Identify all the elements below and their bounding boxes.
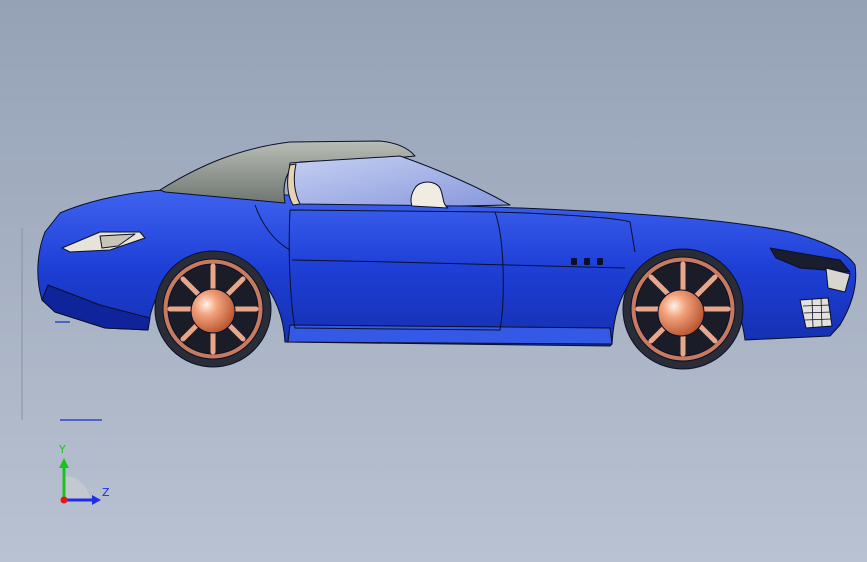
rear-wheel[interactable] xyxy=(154,250,272,368)
coordinate-triad xyxy=(59,458,101,505)
x-axis-dot xyxy=(60,496,68,504)
triad-arc xyxy=(64,475,90,500)
z-axis-arrowhead xyxy=(92,495,101,505)
rear-hub xyxy=(190,288,236,334)
side-vents xyxy=(571,258,603,265)
model-canvas[interactable] xyxy=(0,0,867,562)
side-sill xyxy=(287,324,613,345)
triad-z-label: Z xyxy=(102,486,110,499)
front-wheel[interactable] xyxy=(622,248,744,370)
car-model[interactable] xyxy=(37,140,857,370)
front-hub xyxy=(657,289,705,337)
graphics-viewport[interactable]: Y Z xyxy=(0,0,867,562)
triad-y-label: Y xyxy=(59,443,66,456)
side-window[interactable] xyxy=(288,155,511,207)
y-axis-arrowhead xyxy=(59,458,69,468)
